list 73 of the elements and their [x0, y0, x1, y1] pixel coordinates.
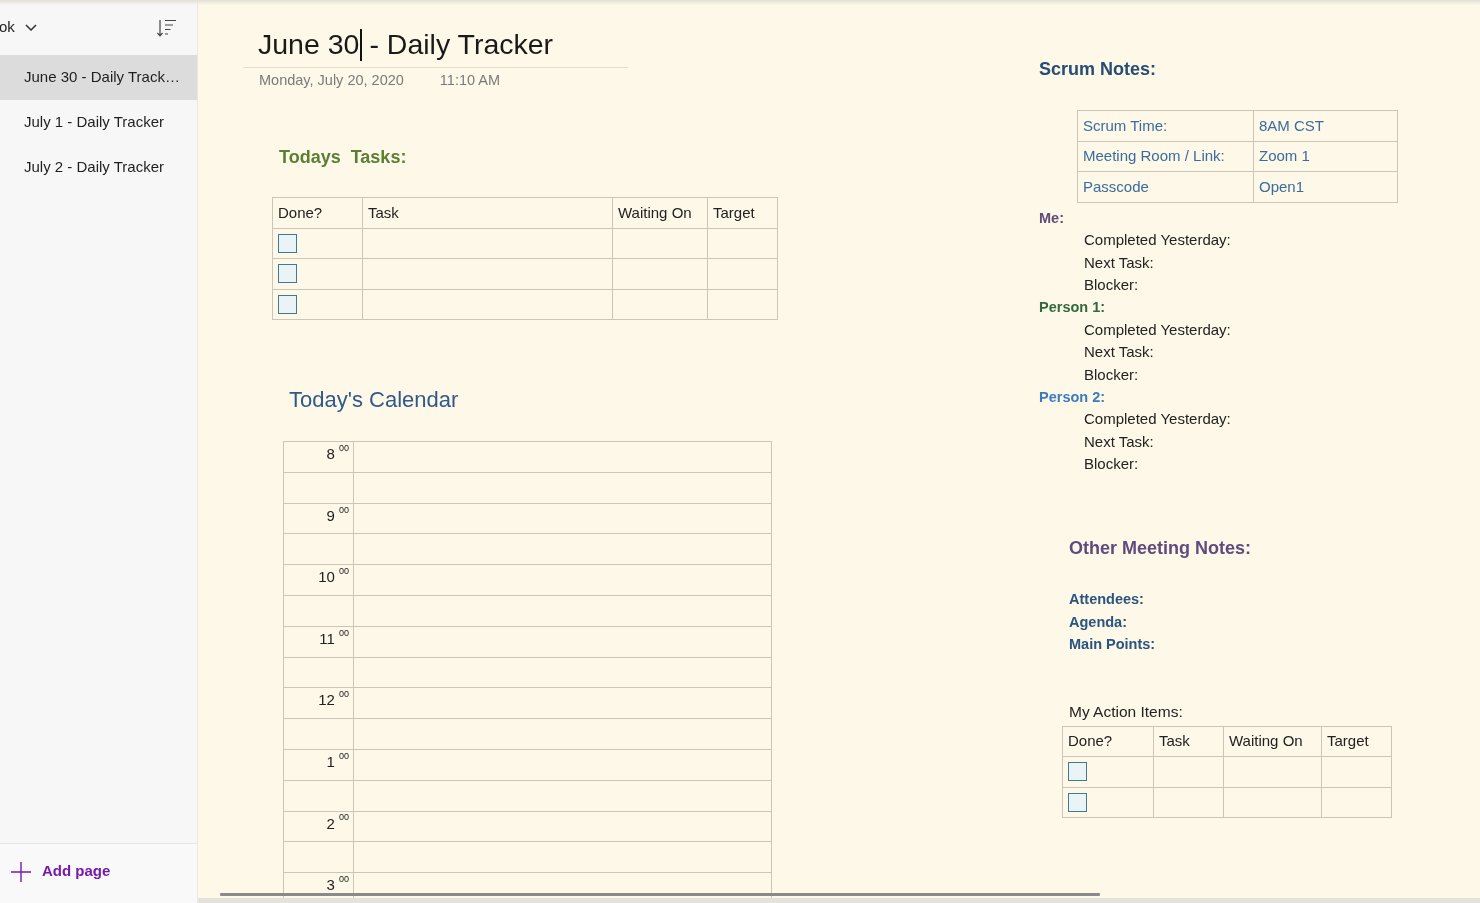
- sort-button[interactable]: [157, 18, 177, 37]
- table-cell: Zoom 1: [1253, 141, 1398, 172]
- table-cell: Scrum Time:: [1077, 110, 1254, 142]
- time-cell: 1 $^{00}$: [283, 749, 354, 781]
- time-cell: 2 $^{00}$: [283, 811, 354, 842]
- checkbox[interactable]: [278, 264, 297, 284]
- field-label: Next Task:: [1084, 342, 1154, 363]
- column-header: Waiting On: [612, 197, 708, 229]
- field-label: Next Task:: [1084, 252, 1154, 273]
- person-name: Person 2:: [1039, 387, 1106, 407]
- column-header: Task: [362, 197, 613, 229]
- section-heading: Scrum Notes:: [1039, 58, 1157, 81]
- table-cell: [283, 718, 354, 750]
- page-title: - Daily Tracker: [369, 27, 554, 63]
- time-cell: 9 $^{00}$: [283, 503, 354, 534]
- section-heading: Today's Calendar: [288, 386, 459, 414]
- column-header: Task: [1153, 726, 1224, 757]
- table-cell: [707, 228, 778, 259]
- checkbox[interactable]: [278, 233, 297, 253]
- person-name: Person 1:: [1039, 298, 1106, 318]
- table-cell: 8AM CST: [1253, 110, 1398, 142]
- table-cell: Meeting Room / Link:: [1077, 141, 1254, 172]
- table-cell: [283, 780, 354, 812]
- table-cell: [1321, 756, 1392, 788]
- page-date: Monday, July 20, 2020: [259, 71, 404, 90]
- field-label: Completed Yesterday:: [1084, 319, 1231, 340]
- table-cell: [707, 289, 778, 320]
- field-label: Completed Yesterday:: [1084, 230, 1231, 251]
- column-header: Target: [707, 197, 778, 229]
- checkbox[interactable]: [1068, 793, 1087, 812]
- field-label: Next Task:: [1084, 431, 1154, 452]
- column-header: Target: [1321, 726, 1392, 757]
- field-label: Blocker:: [1084, 364, 1139, 385]
- time-cell: 10 $^{00}$: [283, 564, 354, 596]
- plus-icon: [11, 861, 31, 882]
- checkbox[interactable]: [278, 295, 297, 315]
- section-heading: Other Meeting Notes:: [1068, 537, 1251, 560]
- text-cursor: [360, 28, 363, 61]
- field-label: Main Points:: [1069, 635, 1156, 654]
- person-name: Me:: [1039, 208, 1064, 228]
- page-list-item[interactable]: June 30 - Daily Track…: [0, 55, 197, 100]
- table-cell: [1321, 787, 1392, 818]
- field-label: Blocker:: [1084, 454, 1139, 475]
- horizontal-scrollbar[interactable]: [220, 893, 1100, 896]
- field-label: Attendees:: [1069, 590, 1144, 609]
- add-page-button[interactable]: Add page: [11, 860, 111, 883]
- table-cell: [283, 841, 354, 873]
- table-cell: [283, 472, 354, 504]
- time-cell: 12 $^{00}$: [283, 687, 354, 719]
- checkbox[interactable]: [1068, 762, 1087, 782]
- column-header: Waiting On: [1223, 726, 1322, 757]
- column-header: Done?: [1062, 726, 1154, 757]
- time-cell: 11 $^{00}$: [283, 626, 354, 658]
- page-title: June 30: [258, 27, 360, 63]
- table-cell: [283, 533, 354, 565]
- field-label: Agenda:: [1069, 612, 1127, 632]
- field-label: Completed Yesterday:: [1084, 409, 1231, 430]
- page-list-item[interactable]: July 2 - Daily Tracker: [0, 145, 197, 190]
- table-cell: [283, 595, 354, 627]
- section-label: My Action Items:: [1068, 701, 1183, 722]
- chevron-down-icon: [24, 24, 37, 31]
- table-cell: [707, 258, 778, 290]
- time-cell: 8 $^{00}$: [283, 441, 354, 473]
- section-heading: Todays Tasks:: [278, 146, 407, 169]
- table-cell: Passcode: [1077, 171, 1254, 203]
- table-cell: [283, 657, 354, 688]
- sort-icon: [157, 18, 177, 37]
- notebook-dropdown[interactable]: ok: [0, 16, 37, 39]
- table-cell: Open1: [1253, 171, 1398, 203]
- column-header: Done?: [272, 197, 363, 229]
- page-time: 11:10 AM: [439, 71, 501, 90]
- field-label: Blocker:: [1084, 274, 1139, 295]
- page-list-item[interactable]: July 1 - Daily Tracker: [0, 100, 197, 145]
